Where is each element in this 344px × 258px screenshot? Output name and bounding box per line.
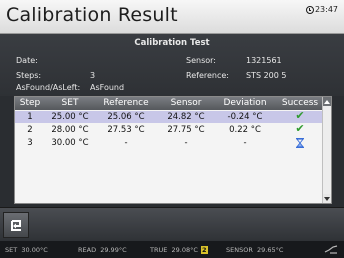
calibration-result-screen: Calibration Result 23:47 Calibration Tes…	[0, 0, 344, 258]
asfound-label: AsFound/AsLeft:	[16, 83, 81, 92]
sensor-value: 1321561	[246, 56, 282, 65]
signal-icon	[324, 245, 338, 254]
header-sensor: Sensor	[170, 98, 202, 108]
cell-success: ✔	[275, 109, 325, 122]
cell-success: ✔	[275, 122, 325, 135]
status-true-value: 29.08°C	[171, 246, 198, 254]
bottom-toolbar	[0, 207, 344, 241]
cell-sensor: 27.75 °C	[167, 125, 205, 135]
status-set-label: SET	[5, 246, 18, 254]
header-deviation: Deviation	[223, 98, 267, 108]
reference-label: Reference:	[186, 71, 229, 80]
sensor-label: Sensor:	[186, 56, 216, 65]
header-success: Success	[281, 98, 319, 108]
results-table: Step SET Reference Sensor Deviation Succ…	[14, 96, 332, 204]
header-step: Step	[19, 98, 41, 108]
cell-deviation: -	[243, 138, 247, 148]
page-title: Calibration Result	[6, 4, 178, 26]
cell-deviation: 0.22 °C	[229, 125, 261, 135]
scroll-up-button[interactable]	[323, 97, 331, 106]
check-icon: ✔	[295, 122, 305, 135]
status-sensor-label: SENSOR	[226, 246, 253, 254]
header-set: SET	[61, 98, 79, 108]
cell-sensor: -	[184, 138, 188, 148]
steps-label: Steps:	[16, 71, 42, 80]
calibration-info-panel: Calibration Test Date: Steps: 3 AsFound/…	[0, 34, 344, 96]
chevron-up-icon	[324, 99, 330, 104]
status-sensor-value: 29.65°C	[257, 246, 284, 254]
status-set: SET 30.00°C	[5, 246, 48, 254]
status-bar: SET 30.00°C READ 29.99°C TRUE 29.08°C 2 …	[0, 241, 344, 258]
clock: 23:47	[305, 5, 338, 14]
status-read: READ 29.99°C	[78, 246, 127, 254]
cell-reference: 25.06 °C	[107, 112, 145, 122]
table-header: Step SET Reference Sensor Deviation Succ…	[15, 97, 324, 110]
cell-reference: 27.53 °C	[107, 125, 145, 135]
check-icon: ✔	[295, 109, 305, 122]
steps-value: 3	[90, 71, 96, 80]
back-arrow-icon	[11, 220, 21, 231]
cell-step: 2	[27, 125, 33, 135]
date-label: Date:	[16, 56, 38, 65]
cell-set: 28.00 °C	[51, 125, 89, 135]
status-read-value: 29.99°C	[100, 246, 127, 254]
cell-sensor: 24.82 °C	[167, 112, 205, 122]
scroll-down-button[interactable]	[323, 194, 331, 203]
chevron-down-icon	[324, 196, 330, 201]
hourglass-icon	[296, 138, 304, 148]
cell-step: 1	[27, 112, 33, 122]
back-button[interactable]	[3, 212, 29, 238]
asfound-value: AsFound	[90, 83, 125, 92]
table-row[interactable]: 3 30.00 °C - - -	[15, 137, 324, 149]
cell-set: 30.00 °C	[51, 138, 89, 148]
status-read-label: READ	[78, 246, 97, 254]
status-sensor: SENSOR 29.65°C	[226, 246, 283, 254]
clock-icon	[305, 5, 314, 14]
cell-success	[275, 138, 325, 151]
clock-time: 23:47	[314, 5, 338, 14]
section-title: Calibration Test	[134, 38, 210, 48]
table-scrollbar[interactable]	[322, 97, 331, 203]
cell-reference: -	[124, 138, 128, 148]
table-row[interactable]: 2 28.00 °C 27.53 °C 27.75 °C 0.22 °C ✔	[15, 122, 325, 136]
status-true-badge: 2	[200, 246, 208, 254]
status-true-label: TRUE	[150, 246, 168, 254]
cell-deviation: -0.24 °C	[227, 112, 263, 122]
cell-step: 3	[27, 138, 33, 148]
cell-set: 25.00 °C	[51, 112, 89, 122]
table-row[interactable]: 1 25.00 °C 25.06 °C 24.82 °C -0.24 °C ✔	[15, 109, 325, 123]
status-true: TRUE 29.08°C 2	[150, 246, 208, 254]
title-bar: Calibration Result 23:47	[0, 0, 344, 34]
status-set-value: 30.00°C	[21, 246, 48, 254]
header-reference: Reference	[103, 98, 149, 108]
reference-value: STS 200 5	[246, 71, 287, 80]
